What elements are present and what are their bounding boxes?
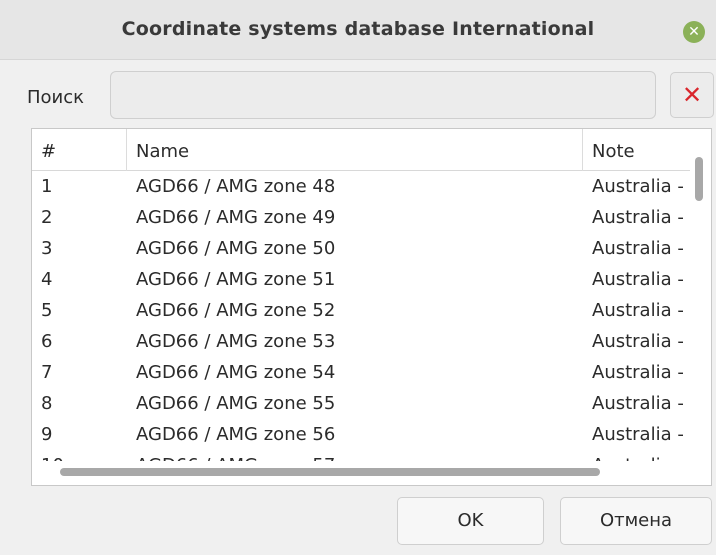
row-note: Australia - bbox=[592, 393, 684, 414]
close-icon[interactable]: ✕ bbox=[683, 21, 705, 43]
coordinate-systems-table[interactable]: # Name Note 1 AGD66 / AMG zone 48 Austra… bbox=[31, 128, 712, 486]
row-number: 1 bbox=[41, 176, 53, 197]
row-name: AGD66 / AMG zone 55 bbox=[136, 393, 336, 414]
row-note: Australia - bbox=[592, 300, 684, 321]
row-name: AGD66 / AMG zone 50 bbox=[136, 238, 336, 259]
table-row[interactable]: 3 AGD66 / AMG zone 50 Australia - bbox=[32, 233, 690, 264]
horizontal-scrollbar-thumb[interactable] bbox=[60, 468, 600, 476]
clear-search-button[interactable]: ✕ bbox=[670, 72, 714, 118]
table-row[interactable]: 4 AGD66 / AMG zone 51 Australia - bbox=[32, 264, 690, 295]
row-note: Australia - bbox=[592, 331, 684, 352]
table-row[interactable]: 10 AGD66 / AMG zone 57 Australia - bbox=[32, 450, 690, 461]
table-row[interactable]: 2 AGD66 / AMG zone 49 Australia - bbox=[32, 202, 690, 233]
row-note: Australia - bbox=[592, 176, 684, 197]
clear-icon: ✕ bbox=[681, 81, 703, 109]
table-row[interactable]: 5 AGD66 / AMG zone 52 Australia - bbox=[32, 295, 690, 326]
row-name: AGD66 / AMG zone 52 bbox=[136, 300, 336, 321]
row-number: 5 bbox=[41, 300, 53, 321]
table-row[interactable]: 6 AGD66 / AMG zone 53 Australia - bbox=[32, 326, 690, 357]
table-row[interactable]: 8 AGD66 / AMG zone 55 Australia - bbox=[32, 388, 690, 419]
row-name: AGD66 / AMG zone 56 bbox=[136, 424, 336, 445]
row-note: Australia - bbox=[592, 269, 684, 290]
column-header-number[interactable]: # bbox=[32, 129, 127, 171]
table-row[interactable]: 7 AGD66 / AMG zone 54 Australia - bbox=[32, 357, 690, 388]
window-title: Coordinate systems database Internationa… bbox=[121, 18, 595, 40]
search-input[interactable] bbox=[110, 71, 656, 119]
row-name: AGD66 / AMG zone 48 bbox=[136, 176, 336, 197]
ok-button[interactable]: OK bbox=[397, 497, 544, 545]
row-number: 7 bbox=[41, 362, 53, 383]
search-label: Поиск bbox=[27, 87, 85, 108]
row-note: Australia - bbox=[592, 362, 684, 383]
table-row[interactable]: 9 AGD66 / AMG zone 56 Australia - bbox=[32, 419, 690, 450]
row-note: Australia - bbox=[592, 424, 684, 445]
row-number: 9 bbox=[41, 424, 53, 445]
row-number: 3 bbox=[41, 238, 53, 259]
column-header-name[interactable]: Name bbox=[127, 129, 583, 171]
row-note: Australia - bbox=[583, 450, 690, 461]
row-number: 10 bbox=[32, 450, 127, 461]
row-number: 2 bbox=[41, 207, 53, 228]
row-name: AGD66 / AMG zone 57 bbox=[127, 450, 583, 461]
table-row[interactable]: 1 AGD66 / AMG zone 48 Australia - bbox=[32, 171, 690, 202]
table-body: 1 AGD66 / AMG zone 48 Australia - 2 AGD6… bbox=[32, 171, 690, 461]
row-name: AGD66 / AMG zone 49 bbox=[136, 207, 336, 228]
row-name: AGD66 / AMG zone 53 bbox=[136, 331, 336, 352]
row-note: Australia - bbox=[592, 207, 684, 228]
table-header: # Name Note bbox=[32, 129, 690, 171]
row-name: AGD66 / AMG zone 51 bbox=[136, 269, 336, 290]
vertical-scrollbar-thumb[interactable] bbox=[695, 157, 703, 201]
row-note: Australia - bbox=[592, 238, 684, 259]
title-bar[interactable]: Coordinate systems database Internationa… bbox=[0, 0, 716, 60]
row-name: AGD66 / AMG zone 54 bbox=[136, 362, 336, 383]
row-number: 8 bbox=[41, 393, 53, 414]
row-number: 6 bbox=[41, 331, 53, 352]
cancel-button[interactable]: Отмена bbox=[560, 497, 712, 545]
column-header-note[interactable]: Note bbox=[583, 129, 690, 171]
row-number: 4 bbox=[41, 269, 53, 290]
